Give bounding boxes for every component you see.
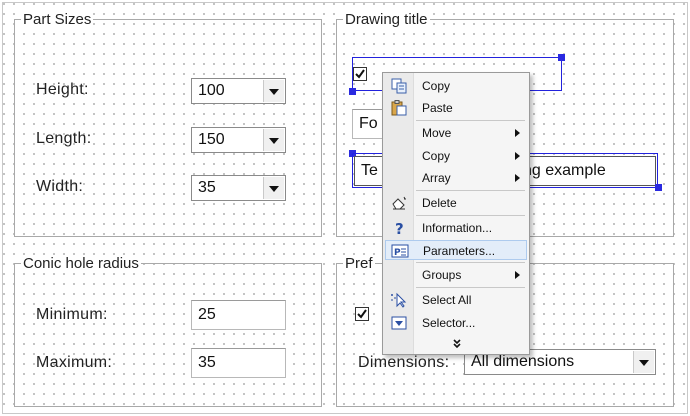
parameters-icon: P bbox=[391, 244, 409, 258]
cursor-select-icon bbox=[391, 292, 407, 308]
height-label: Height: bbox=[36, 81, 89, 98]
svg-text:P: P bbox=[394, 248, 401, 258]
selection-handle[interactable] bbox=[655, 184, 662, 191]
submenu-arrow-icon bbox=[515, 174, 520, 182]
menu-label-parameters: Parameters... bbox=[423, 244, 496, 258]
menu-item-information[interactable]: ? Information... bbox=[385, 218, 527, 238]
menu-item-delete[interactable]: Delete bbox=[385, 193, 527, 213]
conic-hole-title: Conic hole radius bbox=[21, 255, 141, 272]
length-value: 150 bbox=[198, 131, 225, 148]
dimensions-dropdown-button[interactable] bbox=[633, 351, 654, 373]
menu-label-selector: Selector... bbox=[422, 316, 476, 330]
height-value: 100 bbox=[198, 82, 225, 99]
menu-label-move: Move bbox=[422, 126, 452, 140]
title-text-field[interactable]: Te bbox=[354, 156, 384, 186]
height-dropdown-button[interactable] bbox=[263, 80, 284, 102]
menu-label-copy-sub: Copy bbox=[422, 149, 451, 163]
width-combo[interactable]: 35 bbox=[191, 175, 286, 201]
minimum-input[interactable]: 25 bbox=[191, 300, 286, 330]
length-dropdown-button[interactable] bbox=[263, 129, 284, 151]
width-dropdown-button[interactable] bbox=[263, 177, 284, 199]
menu-item-paste[interactable]: Paste bbox=[385, 98, 527, 118]
paste-icon bbox=[391, 100, 407, 116]
menu-item-copy[interactable]: Copy bbox=[385, 76, 527, 96]
part-sizes-title: Part Sizes bbox=[21, 11, 94, 28]
minimum-value: 25 bbox=[198, 306, 216, 323]
submenu-arrow-icon bbox=[515, 271, 520, 279]
menu-label-array: Array bbox=[422, 171, 451, 185]
menu-expand-more[interactable] bbox=[385, 334, 527, 354]
maximum-label: Maximum: bbox=[36, 354, 113, 371]
menu-separator bbox=[416, 120, 525, 121]
dropdown-selector-icon bbox=[391, 316, 407, 330]
menu-label-groups: Groups bbox=[422, 268, 462, 282]
submenu-arrow-icon bbox=[515, 129, 520, 137]
title-text-end: ng example bbox=[523, 162, 606, 179]
part-sizes-group: Part Sizes bbox=[14, 11, 322, 237]
menu-item-parameters[interactable]: P Parameters... bbox=[385, 240, 527, 260]
selection-handle[interactable] bbox=[349, 88, 356, 95]
dialog-canvas: Part Sizes Height: 100 Length: 150 Width… bbox=[2, 2, 688, 414]
length-combo[interactable]: 150 bbox=[191, 127, 286, 153]
drawing-title-title: Drawing title bbox=[343, 11, 430, 28]
preference-checkbox[interactable] bbox=[355, 307, 369, 321]
width-value: 35 bbox=[198, 179, 216, 196]
menu-label-delete: Delete bbox=[422, 196, 457, 210]
width-label: Width: bbox=[36, 178, 84, 195]
question-icon: ? bbox=[395, 220, 404, 236]
menu-item-copy-submenu[interactable]: Copy bbox=[385, 146, 527, 166]
maximum-input[interactable]: 35 bbox=[191, 348, 286, 378]
title-font-box[interactable]: Fo bbox=[352, 109, 384, 139]
title-font-text: Fo bbox=[359, 115, 378, 132]
selection-handle[interactable] bbox=[558, 54, 565, 61]
preferences-title: Pref bbox=[343, 255, 375, 272]
title-text-field-rest[interactable]: ng example bbox=[523, 156, 656, 186]
menu-item-array[interactable]: Array bbox=[385, 168, 527, 188]
svg-text:?: ? bbox=[395, 220, 404, 236]
menu-separator bbox=[416, 215, 525, 216]
menu-label-select-all: Select All bbox=[422, 293, 472, 307]
minimum-label: Minimum: bbox=[36, 306, 108, 323]
menu-item-move[interactable]: Move bbox=[385, 123, 527, 143]
eraser-icon bbox=[392, 196, 406, 210]
length-label: Length: bbox=[36, 130, 92, 147]
menu-label-paste: Paste bbox=[422, 101, 453, 115]
menu-separator bbox=[416, 287, 525, 288]
menu-item-selector[interactable]: Selector... bbox=[385, 313, 527, 333]
menu-item-groups[interactable]: Groups bbox=[385, 265, 527, 285]
menu-separator bbox=[416, 262, 525, 263]
dimensions-value: All dimensions bbox=[471, 353, 575, 370]
maximum-value: 35 bbox=[198, 354, 216, 371]
menu-item-select-all[interactable]: Select All bbox=[385, 290, 527, 310]
double-chevron-down-icon bbox=[453, 339, 461, 349]
title-text-start: Te bbox=[361, 162, 378, 179]
dimensions-label: Dimensions: bbox=[358, 354, 450, 371]
menu-label-information: Information... bbox=[422, 221, 493, 235]
submenu-arrow-icon bbox=[515, 152, 520, 160]
menu-separator bbox=[416, 190, 525, 191]
height-combo[interactable]: 100 bbox=[191, 78, 286, 104]
conic-hole-group: Conic hole radius bbox=[14, 255, 322, 407]
context-menu: Copy Paste Move Copy Array Delete ? Info… bbox=[382, 72, 530, 355]
menu-label-copy: Copy bbox=[422, 79, 451, 93]
copy-icon bbox=[391, 78, 407, 94]
